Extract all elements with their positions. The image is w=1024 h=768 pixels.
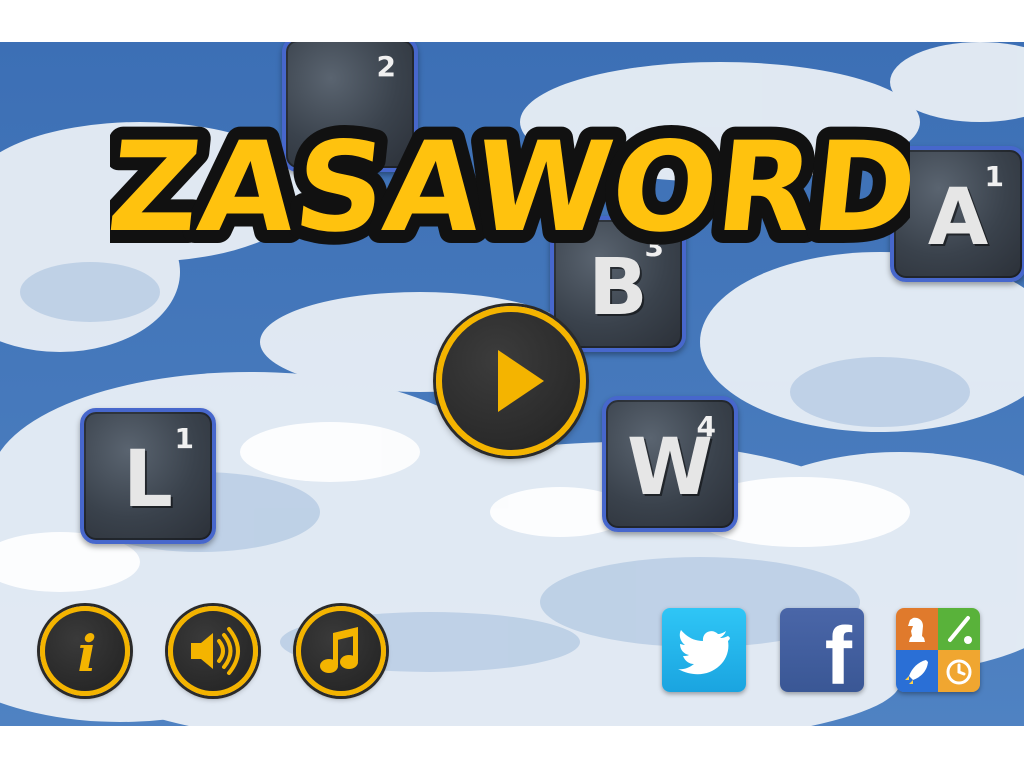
facebook-icon: f — [824, 611, 852, 693]
more-apps-quad-chess — [896, 608, 938, 650]
game-logo: ZASAWORD ZASAWORD — [110, 103, 910, 270]
facebook-button[interactable]: f — [780, 608, 864, 692]
rocket-icon — [905, 660, 928, 684]
twitter-button[interactable] — [662, 608, 746, 692]
more-apps-quad-rocket — [896, 650, 938, 692]
chess-knight-icon — [908, 617, 925, 642]
letter-tile-l: L 1 — [80, 408, 216, 544]
info-icon: i — [78, 624, 97, 683]
more-apps-button[interactable] — [896, 608, 980, 692]
info-button[interactable]: i — [40, 606, 130, 696]
letter-tile-a: A 1 — [890, 146, 1024, 282]
speaker-icon — [191, 627, 240, 675]
tile-score: 1 — [174, 422, 194, 455]
twitter-bird-icon — [678, 630, 730, 675]
play-button[interactable] — [436, 306, 586, 456]
timer-icon — [946, 659, 972, 685]
sound-button[interactable] — [168, 606, 258, 696]
more-apps-quad-golf — [938, 608, 980, 650]
golf-club-icon — [948, 616, 972, 644]
music-button[interactable] — [296, 606, 386, 696]
letter-tile-w: W 4 — [602, 396, 738, 532]
tile-score: 1 — [984, 160, 1004, 193]
info-glyph: i — [78, 624, 97, 683]
play-icon — [498, 350, 544, 412]
logo-title: ZASAWORD — [110, 116, 910, 260]
game-scene: 2 A 1 B 3 L 1 W 4 ZASAWORD ZASAWORD i f — [0, 42, 1024, 726]
tile-score: 2 — [376, 50, 396, 83]
tile-score: 4 — [696, 410, 716, 443]
music-note-icon — [320, 627, 358, 673]
more-apps-quad-timer — [938, 650, 980, 692]
